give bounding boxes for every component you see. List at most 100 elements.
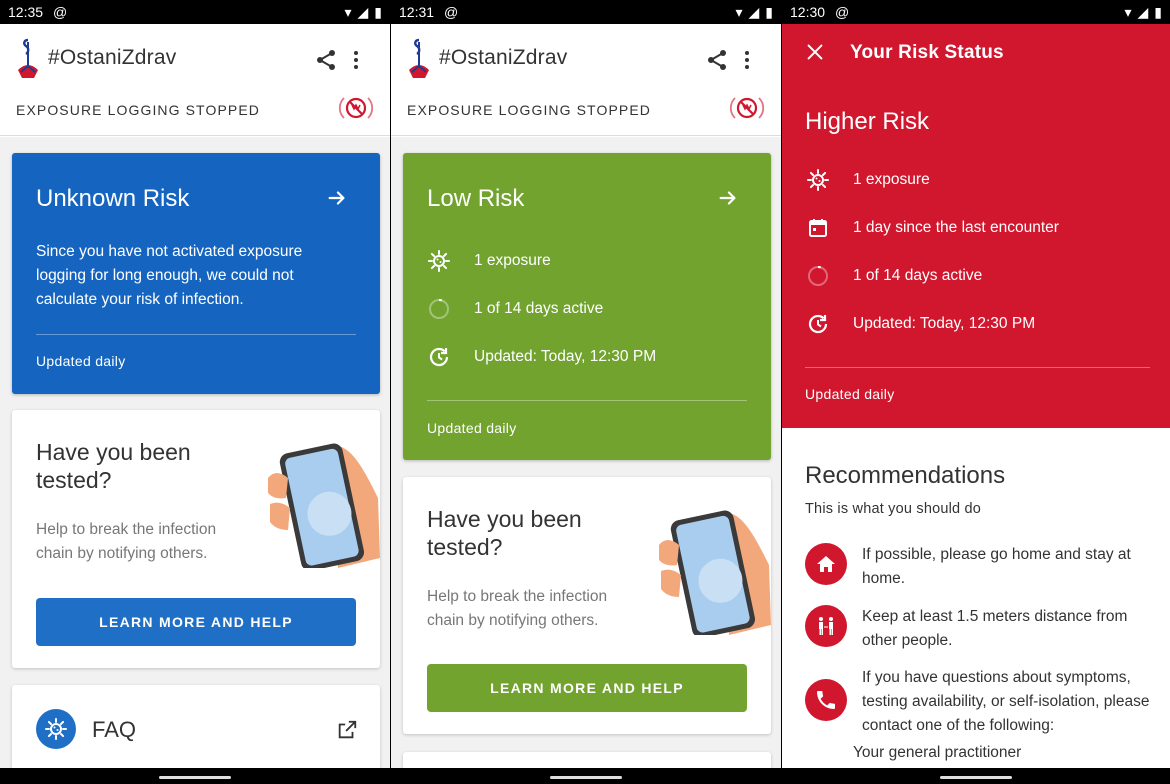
signal-icon: ◢ bbox=[1137, 3, 1149, 20]
faq-label: FAQ bbox=[92, 717, 137, 742]
status-time: 12:35 bbox=[8, 4, 44, 20]
status-bar: 12:35 @ ▾ ◢ ▮ bbox=[0, 0, 390, 24]
risk-title: Higher Risk bbox=[805, 108, 930, 135]
updated-daily-label: Updated daily bbox=[427, 420, 517, 436]
info-row-days-active: 1 of 14 days active bbox=[806, 262, 1154, 290]
home-gesture-pill[interactable] bbox=[159, 776, 231, 779]
virus-icon bbox=[427, 249, 451, 273]
risk-card-low[interactable]: Low Risk 1 exposure 1 of 14 days active … bbox=[403, 153, 771, 460]
arrow-right-icon[interactable] bbox=[326, 187, 348, 209]
info-row-text: 1 day since the last encounter bbox=[853, 219, 1059, 236]
status-bar: 12:30 @ ▾ ◢ ▮ bbox=[782, 0, 1170, 24]
info-row-updated: Updated: Today, 12:30 PM bbox=[806, 310, 1154, 338]
exposure-stopped-icon bbox=[729, 94, 765, 122]
info-row-text: Updated: Today, 12:30 PM bbox=[474, 348, 657, 365]
battery-icon: ▮ bbox=[374, 3, 382, 20]
screen-risk-status: 12:30 @ ▾ ◢ ▮ Your Risk Status Higher Risk… bbox=[782, 0, 1170, 784]
battery-icon: ▮ bbox=[765, 3, 773, 20]
wifi-icon: ▾ bbox=[735, 3, 743, 20]
info-row-text: 1 exposure bbox=[474, 252, 551, 269]
next-card-partial bbox=[403, 752, 771, 768]
app-logo-icon bbox=[405, 38, 433, 82]
signal-icon: ◢ bbox=[748, 3, 760, 20]
tested-card: Have you been tested? Help to break the … bbox=[12, 410, 380, 668]
info-row-text: 1 exposure bbox=[853, 171, 930, 188]
home-icon bbox=[805, 543, 847, 585]
risk-description: Since you have not activated exposure lo… bbox=[36, 243, 303, 308]
nav-bar bbox=[782, 768, 1170, 784]
app-title: #OstaniZdrav bbox=[48, 46, 177, 69]
wifi-icon: ▾ bbox=[1124, 3, 1132, 20]
recommendation-text: If you have questions about symptoms, te… bbox=[862, 669, 1150, 734]
updated-daily-label: Updated daily bbox=[36, 353, 126, 369]
divider bbox=[36, 334, 356, 335]
exposure-status-text: EXPOSURE LOGGING STOPPED bbox=[407, 102, 651, 118]
faq-virus-icon bbox=[36, 709, 76, 749]
nav-bar bbox=[391, 768, 781, 784]
page-title: Your Risk Status bbox=[850, 42, 1004, 63]
more-options-icon[interactable] bbox=[735, 48, 759, 72]
phone-icon bbox=[805, 679, 847, 721]
risk-card-unknown[interactable]: Unknown Risk Since you have not activate… bbox=[12, 153, 380, 394]
tested-card: Have you been tested? Help to break the … bbox=[403, 477, 771, 734]
tested-title: Have you been tested? bbox=[36, 439, 191, 493]
people-distance-icon bbox=[805, 605, 847, 647]
share-icon[interactable] bbox=[705, 48, 729, 72]
app-logo-icon bbox=[14, 38, 42, 82]
screen-unknown-risk: 12:35 @ ▾ ◢ ▮ #OstaniZdrav EXPOSURE LOGGIN… bbox=[0, 0, 390, 784]
status-icons: ▾ ◢ ▮ bbox=[1124, 0, 1162, 24]
progress-circle-icon bbox=[427, 297, 451, 321]
app-bar: #OstaniZdrav bbox=[391, 24, 781, 96]
divider bbox=[805, 367, 1150, 368]
screen-low-risk: 12:31 @ ▾ ◢ ▮ #OstaniZdrav EXPOSURE LOGGIN… bbox=[391, 0, 781, 784]
progress-circle-icon bbox=[806, 264, 830, 288]
at-icon: @ bbox=[53, 4, 68, 20]
app-title: #OstaniZdrav bbox=[439, 46, 568, 69]
calendar-icon bbox=[806, 216, 830, 240]
info-row-exposure: 1 exposure bbox=[427, 247, 755, 275]
risk-status-header: Your Risk Status Higher Risk 1 exposure … bbox=[782, 24, 1170, 428]
recommendations-title: Recommendations bbox=[805, 462, 1006, 489]
learn-more-button[interactable]: LEARN MORE AND HELP bbox=[36, 598, 356, 646]
status-time: 12:30 bbox=[790, 4, 826, 20]
recommendation-text: Keep at least 1.5 meters distance from o… bbox=[862, 608, 1128, 649]
update-clock-icon bbox=[427, 345, 451, 369]
tested-description: Help to break the infection chain by not… bbox=[36, 521, 217, 562]
main-content: Unknown Risk Since you have not activate… bbox=[0, 137, 390, 768]
more-options-icon[interactable] bbox=[344, 48, 368, 72]
info-row-days-active: 1 of 14 days active bbox=[427, 295, 755, 323]
recommendation-text: If possible, please go home and stay at … bbox=[862, 546, 1131, 587]
nav-bar bbox=[0, 768, 390, 784]
exposure-stopped-icon bbox=[338, 94, 374, 122]
tested-title: Have you been tested? bbox=[427, 506, 582, 560]
recommendations-subtitle: This is what you should do bbox=[805, 501, 982, 517]
virus-icon bbox=[806, 168, 830, 192]
battery-icon: ▮ bbox=[1154, 3, 1162, 20]
info-row-updated: Updated: Today, 12:30 PM bbox=[427, 343, 755, 371]
close-icon[interactable] bbox=[804, 41, 826, 63]
arrow-right-icon[interactable] bbox=[717, 187, 739, 209]
hand-phone-illustration bbox=[659, 505, 771, 635]
open-external-icon[interactable] bbox=[336, 719, 358, 741]
exposure-status-bar[interactable]: EXPOSURE LOGGING STOPPED bbox=[391, 96, 781, 136]
divider bbox=[427, 400, 747, 401]
info-row-last-encounter: 1 day since the last encounter bbox=[806, 214, 1154, 242]
home-gesture-pill[interactable] bbox=[940, 776, 1012, 779]
risk-title: Low Risk bbox=[427, 185, 525, 212]
tested-description: Help to break the infection chain by not… bbox=[427, 588, 608, 629]
status-icons: ▾ ◢ ▮ bbox=[344, 0, 382, 24]
risk-title: Unknown Risk bbox=[36, 185, 190, 212]
at-icon: @ bbox=[444, 4, 459, 20]
info-row-text: 1 of 14 days active bbox=[474, 300, 604, 317]
learn-more-button[interactable]: LEARN MORE AND HELP bbox=[427, 664, 747, 712]
contact-general-practitioner[interactable]: Your general practitioner bbox=[853, 744, 1021, 762]
status-time: 12:31 bbox=[399, 4, 435, 20]
hand-phone-illustration bbox=[268, 438, 380, 568]
updated-daily-label: Updated daily bbox=[805, 386, 895, 402]
info-row-exposure: 1 exposure bbox=[806, 166, 1154, 194]
home-gesture-pill[interactable] bbox=[550, 776, 622, 779]
faq-card[interactable]: FAQ bbox=[12, 685, 380, 768]
update-clock-icon bbox=[806, 312, 830, 336]
share-icon[interactable] bbox=[314, 48, 338, 72]
exposure-status-bar[interactable]: EXPOSURE LOGGING STOPPED bbox=[0, 96, 390, 136]
